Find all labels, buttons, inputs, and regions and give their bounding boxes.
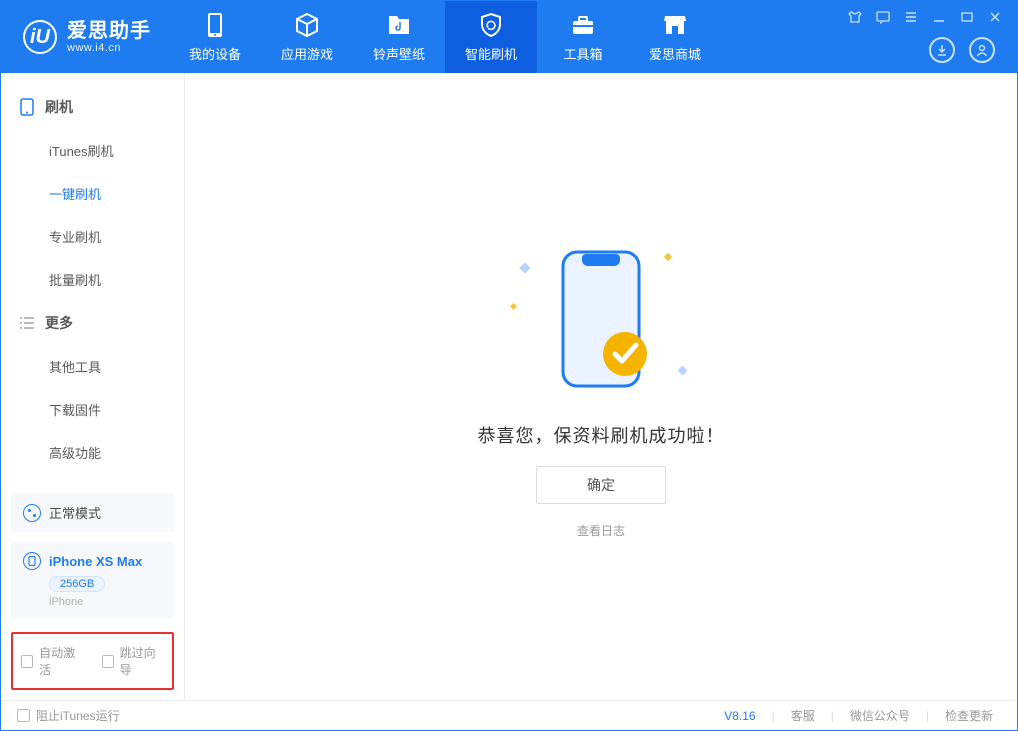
nav-item-oneclick-flash[interactable]: 一键刷机: [1, 172, 184, 215]
brand-subtitle: www.i4.cn: [67, 42, 151, 54]
footer-link-update[interactable]: 检查更新: [937, 707, 1001, 724]
tab-label: 智能刷机: [465, 44, 517, 63]
tab-label: 工具箱: [563, 44, 602, 63]
auto-activate-checkbox[interactable]: 自动激活: [21, 644, 84, 678]
close-icon[interactable]: [987, 9, 1003, 25]
feedback-icon[interactable]: [875, 9, 891, 25]
phone-outline-icon: [19, 99, 35, 115]
tab-ringtones[interactable]: 铃声壁纸: [353, 1, 445, 73]
block-itunes-checkbox[interactable]: 阻止iTunes运行: [17, 707, 120, 724]
divider: |: [772, 709, 775, 723]
mode-icon: [23, 504, 41, 522]
body: 刷机 iTunes刷机 一键刷机 专业刷机 批量刷机 更多 其他工具 下载固件 …: [1, 73, 1017, 700]
tab-label: 爱思商城: [649, 44, 701, 63]
footer-link-support[interactable]: 客服: [783, 707, 823, 724]
download-icon[interactable]: [929, 37, 955, 63]
nav-item-download-firmware[interactable]: 下载固件: [1, 388, 184, 431]
nav: 刷机 iTunes刷机 一键刷机 专业刷机 批量刷机 更多 其他工具 下载固件 …: [1, 73, 184, 493]
shirt-icon[interactable]: [847, 9, 863, 25]
checkbox-icon: [21, 655, 33, 668]
nav-item-itunes-flash[interactable]: iTunes刷机: [1, 129, 184, 172]
storage-badge: 256GB: [49, 576, 105, 592]
app-window: iU 爱思助手 www.i4.cn 我的设备 应用游戏 铃声壁纸 智能刷机: [0, 0, 1018, 731]
list-icon: [19, 315, 35, 331]
brand-logo-icon: iU: [23, 20, 57, 54]
checkbox-icon: [17, 709, 30, 722]
skip-guide-checkbox[interactable]: 跳过向导: [102, 644, 165, 678]
tab-apps[interactable]: 应用游戏: [261, 1, 353, 73]
user-controls: [929, 37, 1003, 63]
header: iU 爱思助手 www.i4.cn 我的设备 应用游戏 铃声壁纸 智能刷机: [1, 1, 1017, 73]
tab-label: 铃声壁纸: [373, 44, 425, 63]
checkbox-label: 阻止iTunes运行: [36, 707, 120, 724]
success-message: 恭喜您，保资料刷机成功啦！: [478, 422, 725, 448]
header-tabs: 我的设备 应用游戏 铃声壁纸 智能刷机 工具箱 爱思商城: [169, 1, 721, 73]
sparkle-icon: [510, 303, 517, 310]
menu-icon[interactable]: [903, 9, 919, 25]
window-controls: [847, 9, 1003, 25]
main-content: 恭喜您，保资料刷机成功啦！ 确定 查看日志: [185, 73, 1017, 700]
checkbox-label: 自动激活: [39, 644, 83, 678]
toolbox-icon: [570, 12, 596, 38]
sparkle-icon: [664, 253, 672, 261]
footer-link-wechat[interactable]: 微信公众号: [842, 707, 918, 724]
options-row: 自动激活 跳过向导: [11, 632, 174, 690]
nav-section-label: 更多: [45, 313, 73, 333]
device-type: iPhone: [49, 596, 162, 608]
tab-flash[interactable]: 智能刷机: [445, 1, 537, 73]
nav-section-flash: 刷机: [1, 85, 184, 129]
footer: 阻止iTunes运行 V8.16 | 客服 | 微信公众号 | 检查更新: [1, 700, 1017, 730]
checkbox-label: 跳过向导: [120, 644, 164, 678]
tab-toolbox[interactable]: 工具箱: [537, 1, 629, 73]
tab-label: 应用游戏: [281, 44, 333, 63]
success-illustration: [491, 234, 711, 404]
nav-item-batch-flash[interactable]: 批量刷机: [1, 258, 184, 301]
phone-success-icon: [551, 244, 651, 394]
sparkle-icon: [678, 366, 688, 376]
cube-icon: [294, 12, 320, 38]
sidebar: 刷机 iTunes刷机 一键刷机 专业刷机 批量刷机 更多 其他工具 下载固件 …: [1, 73, 185, 700]
tab-my-device[interactable]: 我的设备: [169, 1, 261, 73]
device-panels: 正常模式 iPhone XS Max 256GB iPhone: [1, 493, 184, 632]
nav-item-advanced[interactable]: 高级功能: [1, 431, 184, 474]
user-icon[interactable]: [969, 37, 995, 63]
nav-section-more: 更多: [1, 301, 184, 345]
sparkle-icon: [519, 262, 530, 273]
brand: iU 爱思助手 www.i4.cn: [1, 20, 169, 54]
maximize-icon[interactable]: [959, 9, 975, 25]
divider: |: [926, 709, 929, 723]
store-icon: [662, 12, 688, 38]
minimize-icon[interactable]: [931, 9, 947, 25]
nav-section-label: 刷机: [45, 97, 73, 117]
mode-label: 正常模式: [49, 503, 101, 522]
shield-refresh-icon: [478, 12, 504, 38]
tab-store[interactable]: 爱思商城: [629, 1, 721, 73]
footer-right: V8.16 | 客服 | 微信公众号 | 检查更新: [724, 707, 1001, 724]
mode-panel[interactable]: 正常模式: [11, 493, 174, 532]
checkbox-icon: [102, 655, 114, 668]
tab-label: 我的设备: [189, 44, 241, 63]
divider: |: [831, 709, 834, 723]
view-log-link[interactable]: 查看日志: [577, 522, 625, 539]
phone-icon: [202, 12, 228, 38]
header-right: [847, 1, 1017, 73]
device-icon: [23, 552, 41, 570]
nav-item-other-tools[interactable]: 其他工具: [1, 345, 184, 388]
music-folder-icon: [386, 12, 412, 38]
nav-item-pro-flash[interactable]: 专业刷机: [1, 215, 184, 258]
brand-text: 爱思助手 www.i4.cn: [67, 20, 151, 54]
device-name: iPhone XS Max: [49, 554, 142, 569]
version-label: V8.16: [724, 709, 755, 723]
ok-button[interactable]: 确定: [536, 466, 666, 504]
device-panel[interactable]: iPhone XS Max 256GB iPhone: [11, 542, 174, 618]
brand-title: 爱思助手: [67, 20, 151, 42]
